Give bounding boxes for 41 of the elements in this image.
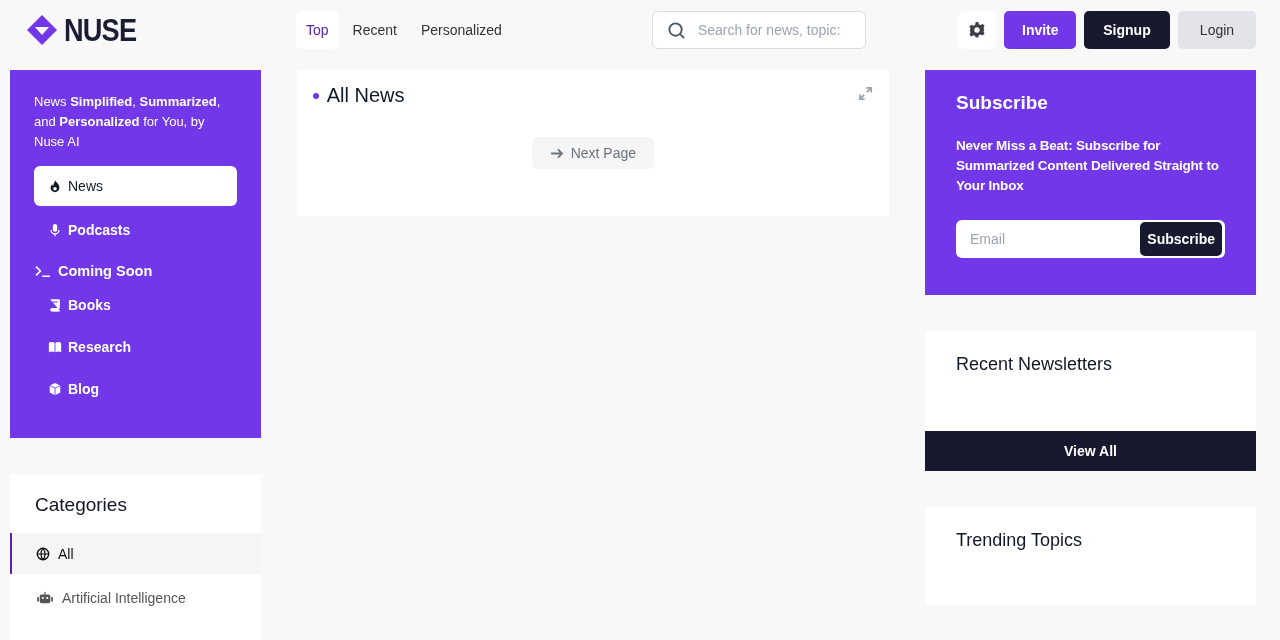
globe-icon [36, 546, 50, 561]
view-all-button[interactable]: View All [925, 431, 1256, 471]
section-title: All News [326, 84, 405, 107]
sidebar-item[interactable]: Blog [34, 370, 237, 408]
tagline: News Simplified, Summarized, and Personalized for You, by Nuse AI [34, 93, 222, 151]
tab[interactable]: Personalized [410, 11, 512, 49]
header-button[interactable]: Invite [1004, 11, 1076, 49]
expand-icon [858, 86, 873, 101]
category-item[interactable]: All [10, 533, 261, 574]
flame-icon [48, 179, 62, 193]
robot-icon [36, 590, 54, 605]
tab[interactable]: Top [296, 11, 339, 49]
open-book-icon [48, 340, 62, 354]
sidebar-item[interactable]: News [34, 166, 237, 206]
cube-icon [48, 382, 62, 396]
tab[interactable]: Recent [342, 11, 407, 49]
terminal-icon [34, 264, 52, 278]
settings-button[interactable] [958, 11, 996, 49]
sidebar-item[interactable]: Books [34, 286, 237, 324]
book-icon [48, 298, 62, 312]
search-icon [666, 20, 686, 40]
logo-text: NUSE [64, 11, 137, 49]
sidebar-item[interactable]: Podcasts [34, 210, 237, 250]
sidebar-item[interactable]: Research [34, 328, 237, 366]
subscribe-title: Subscribe [956, 92, 1049, 114]
card-title: Recent Newsletters [955, 353, 1114, 376]
subscribe-text: Never Miss a Beat: Subscribe for Summarized Content Delivered Straight to Your Inbox [956, 137, 1220, 195]
dot-icon [312, 92, 319, 99]
header-button[interactable]: Signup [1084, 11, 1170, 49]
settings-icon [968, 21, 986, 39]
card-title: Trending Topics [955, 529, 1084, 552]
sidebar-section-heading: Coming Soon [58, 263, 153, 279]
subscribe-button[interactable]: Subscribe [1140, 222, 1222, 256]
diamond-logo-icon [26, 14, 58, 46]
microphone-icon [48, 223, 62, 237]
search-field[interactable]: Search for news, topic: [651, 11, 866, 49]
arrow-right-icon [549, 147, 565, 159]
header-button[interactable]: Login [1178, 11, 1256, 49]
categories-title: Categories [34, 493, 128, 517]
email-field[interactable]: Email Subscribe [956, 220, 1225, 258]
next-page-button[interactable]: Next Page [531, 137, 655, 169]
